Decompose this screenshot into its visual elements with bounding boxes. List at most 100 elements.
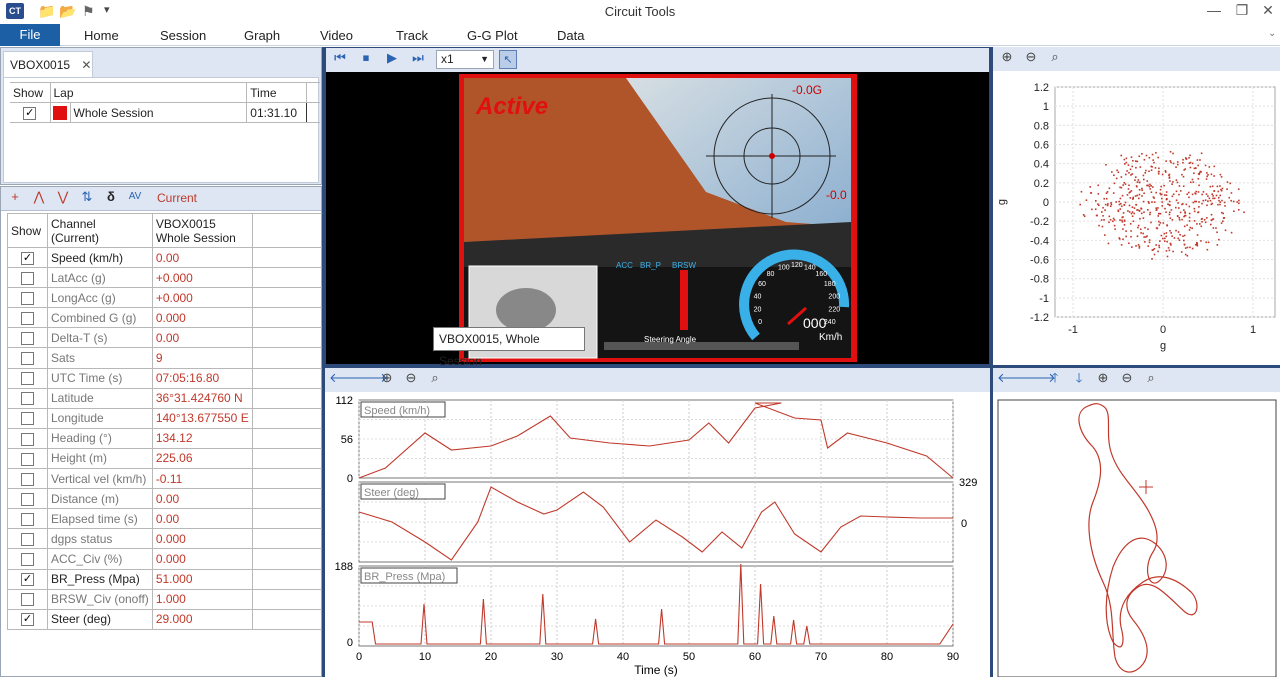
zoom-in-icon[interactable]: ⊕ [997,47,1017,67]
average-icon[interactable]: AV [125,187,145,207]
fast-forward-icon[interactable]: ⏭ [408,48,428,68]
menu-session[interactable]: Session [160,26,206,46]
channel-show-cell[interactable] [7,347,48,369]
channel-row[interactable]: Sats 9 [7,347,327,369]
session-show-cell[interactable]: ✓ [10,102,51,124]
menu-file[interactable]: File [0,24,60,46]
channel-row[interactable]: ACC_Civ (%) 0.000 [7,548,327,570]
channel-row[interactable]: Elapsed time (s) 0.00 [7,508,327,530]
gg-plot-chart[interactable]: 1.2 1 0.8 0.6 0.4 0.2 0 -0.2 -0.4 -0.6 -0.8 -1 -1.2 -… [993,71,1280,365]
menu-graph[interactable]: Graph [244,26,280,46]
channel-show-cell[interactable] [7,488,48,510]
channel-show-cell[interactable] [7,307,48,329]
delta-icon[interactable]: δ [101,187,121,207]
menu-gg-plot[interactable]: G-G Plot [467,26,518,46]
channel-row[interactable]: Combined G (g) 0.000 [7,307,327,329]
arrow-left-icon[interactable]: 🡐 [997,368,1032,388]
peak-icon[interactable]: ⋀ [29,187,49,207]
channel-row[interactable]: BRSW_Civ (onoff) 1.000 [7,588,327,610]
channel-show-checkbox[interactable] [21,593,34,607]
channel-show-checkbox[interactable] [21,533,34,547]
channel-row[interactable]: Vertical vel (km/h) -0.11 [7,468,327,490]
channel-show-checkbox[interactable] [21,412,34,426]
zoom-in-icon[interactable]: ⊕ [377,368,397,388]
zoom-out-icon[interactable]: ⊖ [1021,47,1041,67]
lap-color-swatch[interactable] [53,105,67,120]
stop-icon[interactable]: ⏹ [356,48,376,68]
channel-show-checkbox[interactable] [21,271,34,285]
playback-speed-select[interactable]: x1 ▼ [436,50,494,69]
channel-show-cell[interactable] [7,588,48,610]
channel-show-cell[interactable] [7,287,48,309]
channel-show-checkbox[interactable] [21,291,34,305]
channel-show-checkbox[interactable]: ✓ [21,573,34,587]
channel-show-cell[interactable] [7,447,48,470]
track-map[interactable] [993,392,1280,677]
menu-video[interactable]: Video [320,26,353,46]
time-graph[interactable]: Speed (km/h) Steer (deg) BR_Press (Mpa) 112… [325,392,990,677]
arrow-up-icon[interactable]: 🡑 [1045,368,1065,388]
channel-row[interactable]: ✓ BR_Press (Mpa) 51.000 [7,568,327,590]
channel-show-cell[interactable] [7,267,48,289]
channel-show-cell[interactable] [7,528,48,550]
channel-show-cell[interactable] [7,387,48,409]
channel-show-checkbox[interactable] [21,472,34,486]
channel-show-cell[interactable] [7,508,48,530]
trough-icon[interactable]: ⋁ [53,187,73,207]
add-marker-icon[interactable]: + [5,187,25,207]
zoom-in-icon[interactable]: ⊕ [1093,368,1113,388]
zoom-out-icon[interactable]: ⊖ [401,368,421,388]
arrow-right-icon[interactable]: 🡒 [1021,368,1056,388]
channel-show-cell[interactable] [7,327,48,349]
channel-show-cell[interactable]: ✓ [7,608,48,630]
channel-show-cell[interactable]: ✓ [7,568,48,590]
session-tab[interactable]: VBOX0015 ✕ [3,51,93,77]
channel-show-checkbox[interactable] [21,392,34,406]
menu-home[interactable]: Home [84,26,119,46]
restore-button[interactable]: ❐ [1228,2,1256,19]
channel-show-checkbox[interactable] [21,452,34,466]
channel-row[interactable]: LatAcc (g) +0.000 [7,267,327,289]
channel-show-cell[interactable] [7,468,48,490]
arrow-down-icon[interactable]: 🡓 [1069,368,1089,388]
channel-row[interactable]: ✓ Speed (km/h) 0.00 [7,246,327,269]
zoom-out-icon[interactable]: ⊖ [1117,368,1137,388]
channel-show-cell[interactable] [7,427,48,449]
channel-row[interactable]: Height (m) 225.06 [7,447,327,470]
channel-row[interactable]: Longitude 140°13.677550 E [7,407,327,429]
cursor-sync-icon[interactable]: ↖ [499,50,517,69]
zoom-fit-icon[interactable]: ⌕ [1141,368,1161,388]
arrow-right-icon[interactable]: 🡒 [353,368,388,388]
channel-row[interactable]: ✓ Steer (deg) 29.000 [7,608,327,630]
channel-show-checkbox[interactable]: ✓ [21,251,34,265]
fit-range-icon[interactable]: ⇅ [77,187,97,207]
arrow-left-icon[interactable]: 🡐 [329,368,364,388]
channel-row[interactable]: LongAcc (g) +0.000 [7,287,327,309]
menu-track[interactable]: Track [396,26,428,46]
close-tab-icon[interactable]: ✕ [81,58,91,72]
channel-show-checkbox[interactable] [21,512,34,526]
channel-row[interactable]: Heading (°) 134.12 [7,427,327,449]
channel-row[interactable]: UTC Time (s) 07:05:16.80 [7,367,327,389]
channel-show-checkbox[interactable] [21,372,34,386]
channel-show-checkbox[interactable] [21,352,34,366]
channel-show-checkbox[interactable] [21,311,34,325]
zoom-fit-icon[interactable]: ⌕ [1045,47,1065,67]
zoom-fit-icon[interactable]: ⌕ [425,368,445,388]
channel-show-checkbox[interactable] [21,492,34,506]
channel-show-cell[interactable] [7,548,48,570]
close-button[interactable]: ✕ [1254,2,1280,19]
ribbon-collapse-icon[interactable]: ⌄ [1268,28,1276,39]
channel-row[interactable]: Delta-T (s) 0.00 [7,327,327,349]
session-show-checkbox[interactable]: ✓ [23,106,37,120]
channel-show-cell[interactable]: ✓ [7,246,48,269]
channel-show-checkbox[interactable] [21,332,34,346]
play-icon[interactable]: ▶ [382,48,402,68]
channel-row[interactable]: Distance (m) 0.00 [7,488,327,510]
channel-row[interactable]: Latitude 36°31.424760 N [7,387,327,409]
channel-show-cell[interactable] [7,407,48,429]
channel-row[interactable]: dgps status 0.000 [7,528,327,550]
channel-show-cell[interactable] [7,367,48,389]
channel-show-checkbox[interactable] [21,432,34,446]
channel-show-checkbox[interactable] [21,553,34,567]
